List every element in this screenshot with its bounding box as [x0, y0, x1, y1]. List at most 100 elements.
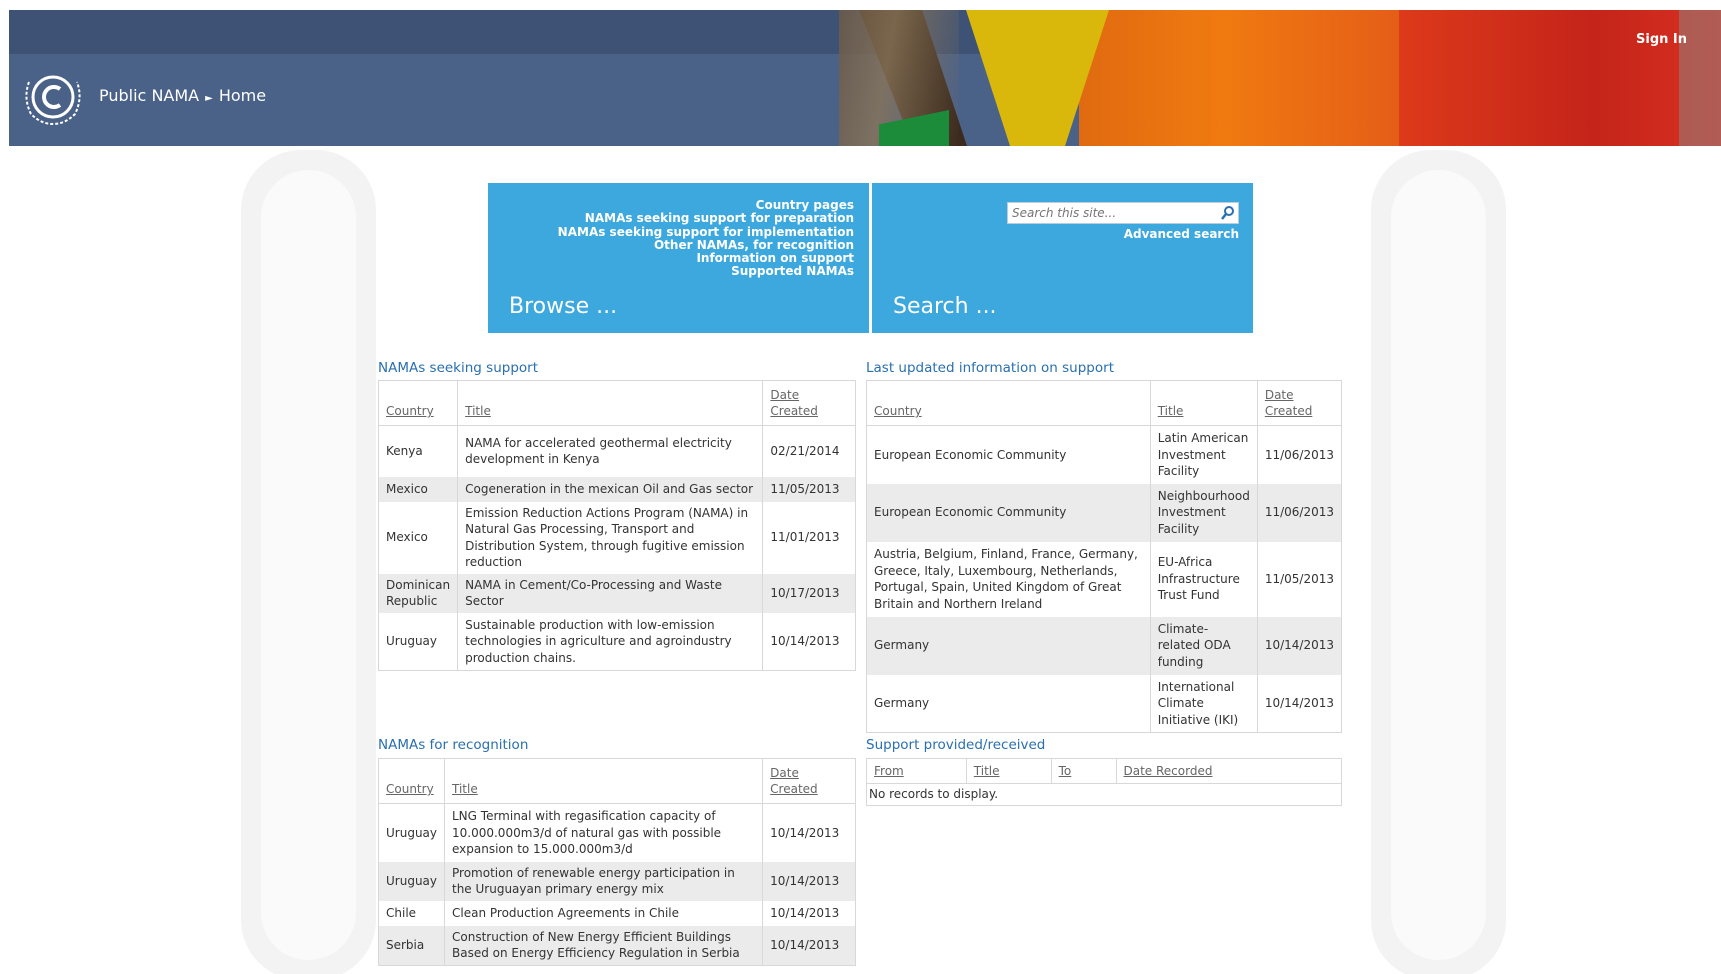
provided-section-title: Support provided/received [866, 737, 1046, 753]
row-title-link[interactable]: Emission Reduction Actions Program (NAMA… [465, 506, 748, 570]
row-country: Uruguay [386, 634, 437, 648]
empty-row: No records to display. [867, 784, 1342, 806]
table-row: Uruguay LNG Terminal with regasification… [379, 803, 856, 862]
row-country: Mexico [378, 476, 458, 502]
seeking-section-title: NAMAs seeking support [378, 360, 539, 376]
row-country: European Economic Community [874, 447, 1067, 462]
site-header: Sign In Public NAMA ► Home [9, 10, 1721, 146]
no-records-message: No records to display. [869, 787, 999, 801]
table-row: European Economic Community Neighbourhoo… [866, 483, 1342, 542]
table-row: Dominican Republic NAMA in Cement/Co-Pro… [378, 573, 856, 613]
table-row: European Economic Community Latin Americ… [867, 425, 1342, 484]
row-title-link[interactable]: Promotion of renewable energy participat… [452, 866, 735, 897]
row-title-link[interactable]: EU-Africa Infrastructure Trust Fund [1158, 555, 1240, 602]
row-date: 10/14/2013 [1256, 674, 1342, 733]
magnifier-icon [1221, 206, 1234, 220]
recognition-section-title: NAMAs for recognition [378, 737, 529, 753]
row-title: Clean Production Agreements in Chile [443, 900, 763, 926]
table-row: Uruguay Promotion of renewable energy pa… [378, 861, 856, 901]
background-wreath-right-inner [1391, 170, 1486, 960]
column-header-from[interactable]: From [866, 758, 967, 784]
row-title: Sustainable production with low-emission… [457, 612, 763, 671]
column-header-title[interactable]: Title [965, 758, 1052, 784]
browse-links: Country pages NAMAs seeking support for … [558, 198, 854, 279]
row-title: International Climate Initiative (IKI) [1149, 674, 1258, 733]
row-date: 10/14/2013 [762, 612, 856, 671]
row-title: Promotion of renewable energy participat… [443, 861, 763, 901]
row-title: Neighbourhood Investment Facility [1149, 483, 1258, 542]
row-title-link[interactable]: Sustainable production with low-emission… [465, 618, 732, 665]
recognition-table: Country Title Date Created Uruguay LNG Te… [378, 758, 856, 966]
row-date: 11/05/2013 [1256, 541, 1342, 617]
search-title: Search ... [893, 294, 997, 319]
column-header-date-created[interactable]: Date Created [762, 380, 856, 426]
row-title-link[interactable]: NAMA in Cement/Co-Processing and Waste S… [465, 578, 722, 609]
row-title-link[interactable]: Construction of New Energy Efficient Bui… [452, 930, 740, 961]
column-header-date-created[interactable]: Date Created [762, 758, 856, 804]
advanced-search-link[interactable]: Advanced search [1124, 227, 1239, 241]
browse-link-support-info[interactable]: Information on support [558, 251, 854, 265]
browse-link-recognition[interactable]: Other NAMAs, for recognition [558, 238, 854, 252]
table-row: Uruguay Sustainable production with low-… [379, 612, 856, 671]
table-row: Germany International Climate Initiative… [867, 674, 1342, 733]
row-title-link[interactable]: Neighbourhood Investment Facility [1158, 489, 1250, 536]
row-date: 10/17/2013 [762, 573, 856, 613]
column-header-country[interactable]: Country [866, 380, 1151, 426]
table-row: Mexico Cogeneration in the mexican Oil a… [378, 476, 856, 502]
search-button[interactable] [1218, 203, 1238, 223]
column-header-title[interactable]: Title [457, 380, 763, 426]
support-info-section-title: Last updated information on support [866, 360, 1114, 376]
browse-link-supported[interactable]: Supported NAMAs [558, 265, 854, 279]
row-country: Germany [866, 616, 1151, 675]
search-input[interactable] [1008, 203, 1216, 223]
table-row: Mexico Emission Reduction Actions Progra… [379, 501, 856, 574]
row-title: NAMA in Cement/Co-Processing and Waste S… [457, 573, 763, 613]
column-header-country[interactable]: Country [378, 380, 458, 426]
browse-link-preparation[interactable]: NAMAs seeking support for preparation [558, 211, 854, 225]
row-date: 10/14/2013 [1256, 616, 1342, 675]
header-banner-image [839, 10, 1721, 146]
sign-in-link[interactable]: Sign In [1636, 32, 1687, 47]
search-box [1007, 202, 1239, 224]
support-info-table: Country Title Date Created European Econo… [866, 380, 1342, 733]
row-title-link[interactable]: LNG Terminal with regasification capacit… [452, 809, 721, 856]
table-row: Serbia Construction of New Energy Effici… [378, 925, 856, 965]
breadcrumb-root-link[interactable]: Public NAMA [99, 86, 199, 105]
column-header-title[interactable]: Title [1149, 380, 1258, 426]
unfccc-logo-icon[interactable] [19, 68, 87, 126]
table-row: Chile Clean Production Agreements in Chi… [379, 900, 856, 926]
row-date: 10/14/2013 [762, 925, 856, 965]
row-title-link[interactable]: Climate-related ODA funding [1158, 622, 1231, 669]
browse-title: Browse ... [509, 294, 618, 319]
row-title: Climate-related ODA funding [1149, 616, 1258, 675]
column-header-to[interactable]: To [1050, 758, 1116, 784]
row-date: 11/05/2013 [762, 476, 856, 502]
column-header-title[interactable]: Title [443, 758, 763, 804]
browse-tile: Country pages NAMAs seeking support for … [488, 183, 869, 333]
column-header-date-created[interactable]: Date Created [1256, 380, 1342, 426]
row-date: 11/01/2013 [762, 501, 856, 574]
breadcrumb: Public NAMA ► Home [99, 86, 266, 105]
row-country: Mexico [386, 530, 428, 545]
row-country: Dominican Republic [378, 573, 458, 613]
table-row: Kenya NAMA for accelerated geothermal el… [379, 425, 856, 477]
row-title-link[interactable]: International Climate Initiative (IKI) [1158, 680, 1239, 727]
row-title: LNG Terminal with regasification capacit… [443, 803, 763, 862]
row-title-link[interactable]: Cogeneration in the mexican Oil and Gas … [465, 482, 753, 496]
row-title-link[interactable]: NAMA for accelerated geothermal electric… [465, 436, 732, 467]
row-country: Austria, Belgium, Finland, France, Germa… [874, 547, 1138, 611]
row-title-link[interactable]: Latin American Investment Facility [1158, 431, 1249, 478]
row-title: Construction of New Energy Efficient Bui… [443, 925, 763, 965]
browse-link-country-pages[interactable]: Country pages [558, 198, 854, 212]
row-title-link[interactable]: Clean Production Agreements in Chile [452, 906, 679, 920]
row-date: 10/14/2013 [762, 861, 856, 901]
row-date: 10/14/2013 [762, 803, 856, 862]
row-title: Cogeneration in the mexican Oil and Gas … [457, 476, 763, 502]
column-header-date-recorded[interactable]: Date Recorded [1115, 758, 1342, 784]
row-title: Emission Reduction Actions Program (NAMA… [457, 501, 763, 574]
row-country: Germany [874, 696, 930, 710]
browse-link-implementation[interactable]: NAMAs seeking support for implementation [558, 225, 854, 239]
column-header-country[interactable]: Country [378, 758, 445, 804]
row-date: 11/06/2013 [1256, 483, 1342, 542]
row-title: EU-Africa Infrastructure Trust Fund [1149, 541, 1258, 617]
